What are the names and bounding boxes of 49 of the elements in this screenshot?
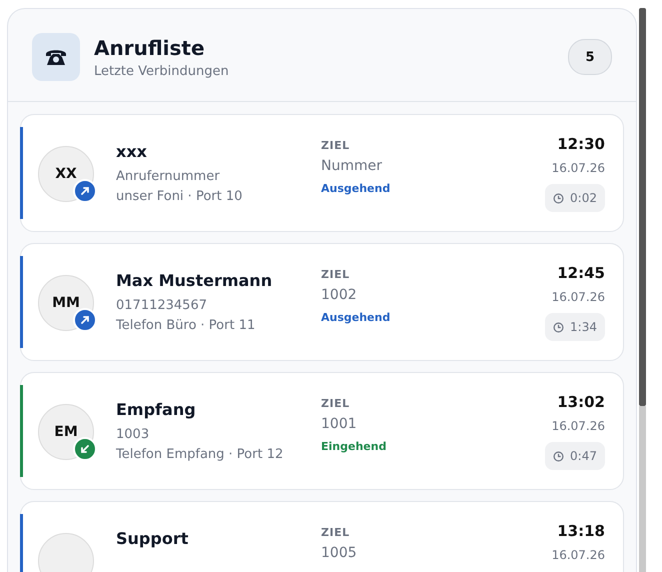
arrow-icon <box>80 315 90 325</box>
caller-name: Support <box>116 529 190 548</box>
caller-name: Max Mustermann <box>116 271 274 290</box>
device-port: unser Foni · Port 10 <box>116 188 244 206</box>
arrow-icon <box>80 444 90 454</box>
call-time: 12:45 <box>557 264 605 282</box>
duration-chip: 0:02 <box>545 184 605 212</box>
target-number: 1005 <box>321 545 358 561</box>
call-time: 12:30 <box>557 135 605 153</box>
call-date: 16.07.26 <box>552 290 605 304</box>
duration-chip: 1:34 <box>545 313 605 341</box>
caller-name: Empfang <box>116 400 197 419</box>
avatar: MM <box>38 275 94 331</box>
call-card[interactable]: EM Empfang 1003 Telefon Empfang · Port 12 ZIEL 1001 Eingehend 13:02 16.07.26 0:47 <box>20 372 624 490</box>
caller-number: 1003 <box>116 426 150 444</box>
direction-label: Eingehend <box>321 440 388 453</box>
device-port: Telefon Empfang · Port 12 <box>116 446 284 464</box>
duration-chip: 0:47 <box>545 442 605 470</box>
call-date: 16.07.26 <box>552 548 605 562</box>
call-card[interactable]: MM Max Mustermann 01711234567 Telefon Büro · Port 11 ZIEL 1002 Ausgehend 12:45 16.07.26 1:34 <box>20 243 624 361</box>
call-time: 13:02 <box>557 393 605 411</box>
caller-number: 01711234567 <box>116 297 208 315</box>
avatar: EM <box>38 404 94 460</box>
call-card[interactable]: Support ZIEL 1005 13:18 16.07.26 <box>20 501 624 572</box>
target-number: 1001 <box>321 416 358 432</box>
caller-name: xxx <box>116 142 148 161</box>
direction-label: Ausgehend <box>321 311 392 324</box>
target-label: ZIEL <box>321 397 351 410</box>
panel-subtitle: Letzte Verbindungen <box>94 64 230 78</box>
arrow-icon <box>80 186 90 196</box>
clock-icon <box>553 450 564 462</box>
panel-title: Anrufliste <box>94 36 206 60</box>
clock-icon <box>553 322 564 332</box>
target-label: ZIEL <box>321 268 351 281</box>
target-number: 1002 <box>321 287 358 303</box>
call-date: 16.07.26 <box>552 161 605 175</box>
target-label: ZIEL <box>321 139 351 152</box>
target-number: Nummer <box>321 158 383 174</box>
direction-label: Ausgehend <box>321 182 392 195</box>
call-count: 5 <box>568 39 612 75</box>
scrollbar[interactable] <box>639 8 646 572</box>
target-label: ZIEL <box>321 526 351 539</box>
clock-icon <box>553 192 564 204</box>
caller-number: Anrufernummer <box>116 168 221 186</box>
call-card[interactable]: XX xxx Anrufernummer unser Foni · Port 10 ZIEL Nummer Ausgehend 12:30 16.07.26 0:02 <box>20 114 624 232</box>
call-time: 13:18 <box>557 522 605 540</box>
call-date: 16.07.26 <box>552 419 605 433</box>
device-port: Telefon Büro · Port 11 <box>116 317 256 335</box>
avatar: XX <box>38 146 94 202</box>
